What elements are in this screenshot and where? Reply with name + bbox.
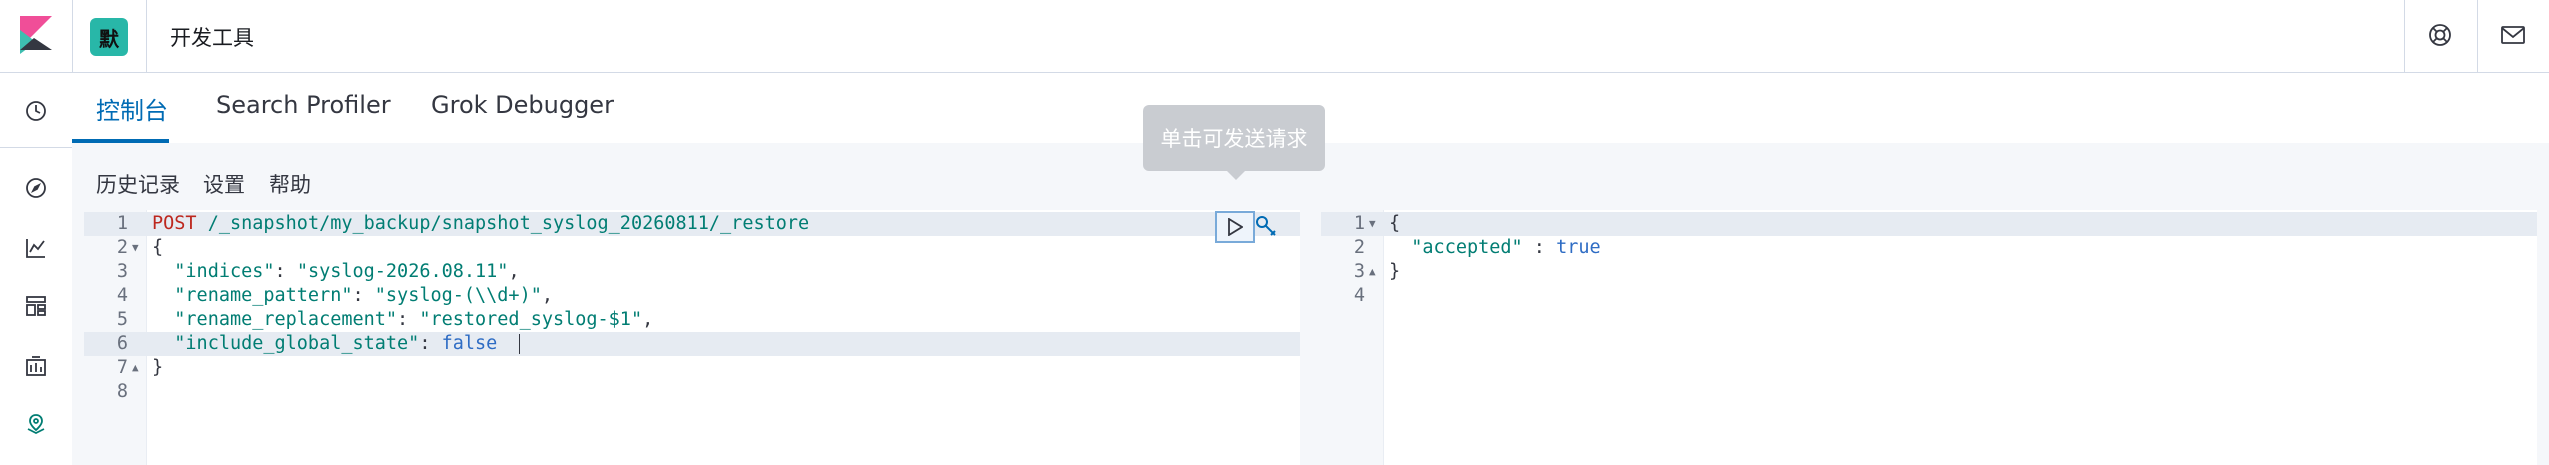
page-title: 开发工具 (170, 26, 254, 50)
tooltip-arrow (1224, 168, 1248, 180)
line-number: 8 (116, 381, 128, 402)
send-request-tooltip: 单击可发送请求 (1143, 105, 1325, 171)
line-number: 4 (1353, 285, 1365, 306)
line-number: 5 (116, 309, 128, 330)
code-text: POST /_snapshot/my_backup/snapshot_syslo… (152, 213, 810, 234)
code-line: 6 "include_global_state": false (84, 332, 1300, 356)
play-icon (1228, 218, 1243, 236)
code-text: "rename_replacement": "restored_syslog-$… (174, 309, 654, 330)
tab-search-profiler[interactable]: Search Profiler (216, 91, 391, 119)
code-text: "rename_pattern": "syslog-(\\d+)", (174, 285, 553, 306)
header-divider (2477, 0, 2478, 72)
code-line: 8 (84, 380, 1300, 404)
code-line: 3 ▲} (1321, 260, 2537, 284)
response-editor[interactable]: 1 ▼{2 "accepted" : true 3 ▲} 4 (1321, 210, 2537, 465)
code-line: 3 "indices": "syslog-2026.08.11", (84, 260, 1300, 284)
code-line: 4 "rename_pattern": "syslog-(\\d+)", (84, 284, 1300, 308)
tab-console[interactable]: 控制台 (96, 91, 168, 126)
elastic-logo-icon[interactable] (16, 14, 56, 54)
fold-down-icon[interactable]: ▼ (1369, 212, 1376, 236)
code-line: 5 "rename_replacement": "restored_syslog… (84, 308, 1300, 332)
mail-icon[interactable] (2498, 20, 2528, 50)
help-link[interactable]: 帮助 (269, 169, 311, 199)
wrench-icon (1256, 216, 1276, 236)
history-link[interactable]: 历史记录 (96, 169, 180, 199)
code-text: "include_global_state": false (174, 333, 498, 354)
dashboard-icon[interactable] (21, 291, 51, 321)
request-editor[interactable]: 1 POST /_snapshot/my_backup/snapshot_sysl… (84, 210, 1300, 465)
tab-grok-debugger[interactable]: Grok Debugger (431, 91, 614, 119)
code-line: 7 ▲} (84, 356, 1300, 380)
header-divider (146, 0, 147, 72)
fold-down-icon[interactable]: ▼ (132, 236, 139, 260)
code-line: 1 ▼ { (1321, 212, 2537, 236)
line-number: 2 (1353, 237, 1365, 258)
settings-link[interactable]: 设置 (203, 169, 245, 199)
help-icon[interactable] (2425, 20, 2455, 50)
code-text: { (152, 237, 164, 258)
clock-icon[interactable] (21, 96, 51, 126)
fold-up-icon[interactable]: ▲ (1369, 260, 1376, 284)
code-line: 2 "accepted" : true (1321, 236, 2537, 260)
code-line: 4 (1321, 284, 2537, 308)
code-text: { (1389, 213, 1401, 234)
nav-divider (0, 147, 72, 148)
code-line: 1 POST /_snapshot/my_backup/snapshot_sysl… (84, 212, 1300, 236)
line-number: 3 (116, 261, 128, 282)
header-divider (72, 0, 73, 72)
code-text: "indices": "syslog-2026.08.11", (174, 261, 520, 282)
top-header: 默 开发工具 (0, 0, 2549, 73)
fold-up-icon[interactable]: ▲ (132, 356, 139, 380)
line-number: 6 (116, 333, 128, 354)
left-nav (0, 73, 73, 465)
line-number: 3 (1353, 261, 1365, 282)
header-divider (2404, 0, 2405, 72)
space-avatar[interactable]: 默 (90, 18, 128, 56)
send-request-button[interactable] (1215, 211, 1255, 243)
request-options-button[interactable] (1252, 212, 1280, 240)
line-number: 4 (116, 285, 128, 306)
canvas-icon[interactable] (21, 351, 51, 381)
code-text: } (1389, 261, 1401, 282)
maps-icon[interactable] (21, 409, 51, 439)
line-number: 1 (116, 213, 128, 234)
line-number: 2 (116, 237, 128, 258)
line-number: 1 (1353, 213, 1365, 234)
visualize-icon[interactable] (21, 233, 51, 263)
text-cursor (519, 334, 520, 354)
line-number: 7 (116, 357, 128, 378)
code-text: "accepted" : true (1411, 237, 1601, 258)
code-line: 2 ▼ { (84, 236, 1300, 260)
compass-icon[interactable] (21, 173, 51, 203)
code-text: } (152, 357, 164, 378)
